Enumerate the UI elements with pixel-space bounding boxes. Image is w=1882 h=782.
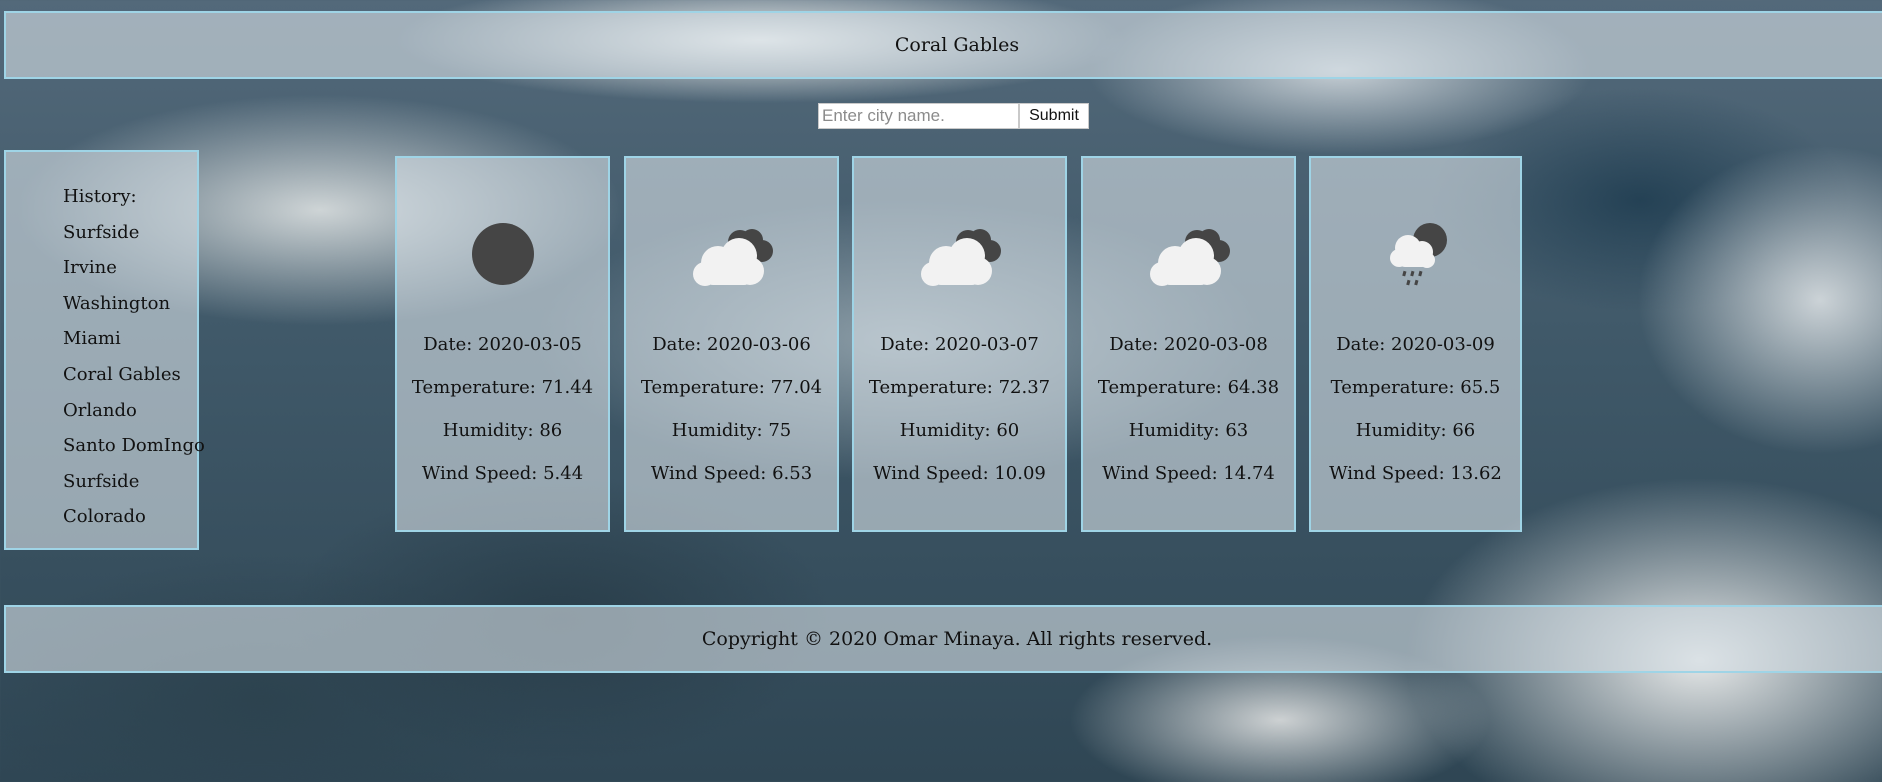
forecast-wind-speed: Wind Speed: 13.62 [1329, 463, 1502, 484]
rain-icon [1311, 214, 1520, 294]
forecast-date: Date: 2020-03-05 [423, 334, 582, 355]
forecast-wind-speed: Wind Speed: 10.09 [873, 463, 1046, 484]
forecast-humidity: Humidity: 60 [899, 420, 1020, 441]
clear-moon-icon [397, 214, 608, 294]
history-title: History: [63, 186, 137, 207]
forecast-date: Date: 2020-03-07 [880, 334, 1039, 355]
forecast-humidity: Humidity: 86 [442, 420, 563, 441]
forecast-humidity: Humidity: 63 [1128, 420, 1249, 441]
forecast-temperature: Temperature: 72.37 [868, 377, 1051, 398]
forecast-temperature: Temperature: 71.44 [411, 377, 594, 398]
history-list: History: Surfside Irvine Washington Miam… [63, 179, 205, 535]
history-item[interactable]: Surfside [63, 464, 205, 500]
history-item[interactable]: Coral Gables [63, 357, 205, 393]
forecast-card: Date: 2020-03-06 Temperature: 77.04 Humi… [624, 156, 839, 532]
city-search-form: Submit [818, 103, 1089, 129]
history-item[interactable]: Miami [63, 321, 205, 357]
history-item[interactable]: Washington [63, 286, 205, 322]
submit-button[interactable]: Submit [1019, 103, 1089, 129]
city-search-input[interactable] [818, 103, 1019, 129]
forecast-humidity: Humidity: 75 [671, 420, 792, 441]
broken-clouds-icon [854, 214, 1065, 294]
forecast-wind-speed: Wind Speed: 6.53 [650, 463, 813, 484]
history-sidebar: History: Surfside Irvine Washington Miam… [4, 150, 205, 550]
forecast-temperature: Temperature: 65.5 [1330, 377, 1501, 398]
city-header: Coral Gables [4, 11, 1882, 79]
forecast-card: Date: 2020-03-07 Temperature: 72.37 Humi… [852, 156, 1067, 532]
page-footer: Copyright © 2020 Omar Minaya. All rights… [4, 605, 1882, 673]
broken-clouds-icon [626, 214, 837, 294]
forecast-date: Date: 2020-03-08 [1109, 334, 1268, 355]
forecast-wind-speed: Wind Speed: 14.74 [1102, 463, 1275, 484]
current-city-title: Coral Gables [894, 34, 1020, 56]
forecast-card: Date: 2020-03-08 Temperature: 64.38 Humi… [1081, 156, 1296, 532]
forecast-card: Date: 2020-03-05 Temperature: 71.44 Humi… [395, 156, 610, 532]
history-item[interactable]: Santo DomIngo [63, 428, 205, 464]
forecast-date: Date: 2020-03-09 [1336, 334, 1495, 355]
forecast-temperature: Temperature: 64.38 [1097, 377, 1280, 398]
history-item[interactable]: Colorado [63, 499, 205, 535]
history-item[interactable]: Orlando [63, 393, 205, 429]
forecast-date: Date: 2020-03-06 [652, 334, 811, 355]
history-item[interactable]: Surfside [63, 215, 205, 251]
forecast-humidity: Humidity: 66 [1355, 420, 1476, 441]
broken-clouds-icon [1083, 214, 1294, 294]
forecast-card: Date: 2020-03-09 Temperature: 65.5 Humid… [1309, 156, 1522, 532]
history-item[interactable]: Irvine [63, 250, 205, 286]
forecast-temperature: Temperature: 77.04 [640, 377, 823, 398]
forecast-wind-speed: Wind Speed: 5.44 [421, 463, 584, 484]
copyright-text: Copyright © 2020 Omar Minaya. All rights… [701, 628, 1213, 650]
